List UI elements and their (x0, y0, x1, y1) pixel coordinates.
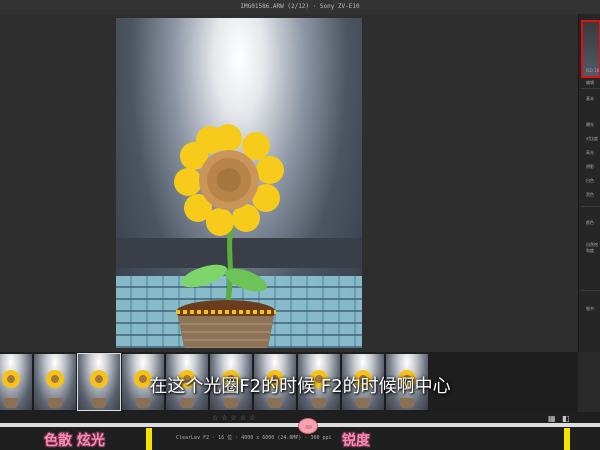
slider-vibrance[interactable]: 自然饱和度 (586, 242, 600, 254)
slider-whites[interactable]: 白色 (586, 178, 594, 184)
section-detail[interactable]: 细节 (586, 306, 594, 312)
image-info: ClearLev F2 · 16 位 · 4000 x 6000 (24.0MP… (176, 435, 332, 441)
section-edit[interactable]: 编辑 (586, 80, 594, 86)
histogram-label: ISO 16 (586, 68, 600, 73)
image-preview-area[interactable] (0, 14, 578, 352)
section-basic[interactable]: 基本 (586, 96, 594, 102)
window-title: IMG01586.ARW (2/12) · Sony ZV-E10 (0, 0, 600, 14)
photo-preview[interactable] (116, 18, 362, 348)
slider-blacks[interactable]: 黑色 (586, 192, 594, 198)
compare-view-icon[interactable]: ◧ (562, 414, 570, 423)
star-rating[interactable]: ☆☆☆☆☆ (212, 414, 258, 422)
caption-right: 锐度 (342, 433, 370, 449)
grid-view-icon[interactable]: ▦ (548, 414, 556, 423)
video-subtitle: 在这个光圈F2的时候 F2的时候啊中心 (149, 376, 451, 397)
lightroom-app: IMG01586.ARW (2/12) · Sony ZV-E10 ISO 16… (0, 0, 600, 450)
develop-panel: ISO 16 编辑 基本 曝光 对比度 高光 阴影 白色 黑色 颜色 自然饱和度… (578, 14, 600, 352)
caption-left: 色散 炫光 (44, 433, 105, 449)
slider-contrast[interactable]: 对比度 (586, 136, 598, 142)
timeline-marker (564, 428, 570, 450)
slider-shadows[interactable]: 阴影 (586, 164, 594, 170)
timeline-marker (146, 428, 152, 450)
sunflower-figure (174, 124, 284, 348)
section-color[interactable]: 颜色 (586, 220, 594, 226)
slider-highlights[interactable]: 高光 (586, 150, 594, 156)
slider-exposure[interactable]: 曝光 (586, 122, 594, 128)
pig-icon (298, 418, 318, 434)
